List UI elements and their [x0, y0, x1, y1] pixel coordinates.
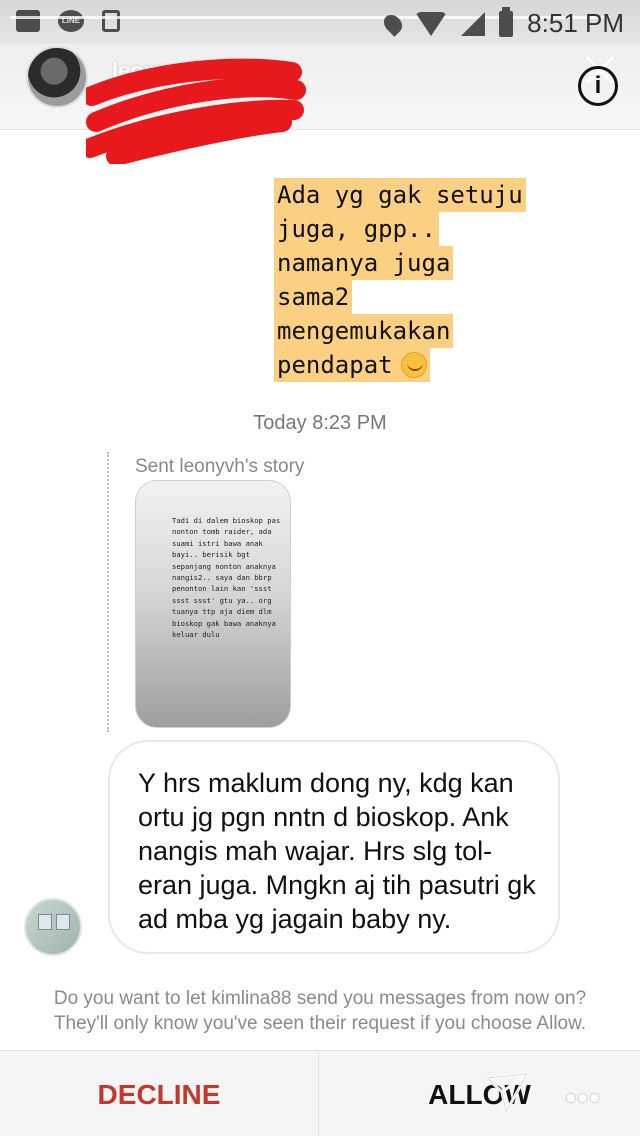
send-icon[interactable]: [484, 1070, 530, 1116]
highlighted-line-last: pendapat: [274, 348, 430, 382]
shared-story-text: Tadi di dalem bioskop pas nonton tomb ra…: [172, 516, 281, 640]
status-time: 8:51 PM: [527, 8, 624, 38]
incoming-message-text: Y hrs maklum dong ny, kdg kan ortu jg pg…: [138, 768, 536, 934]
story-owner-avatar[interactable]: [26, 46, 88, 108]
status-bar: LINE 8:51 PM: [0, 0, 640, 44]
highlighted-line: juga, gpp..: [274, 212, 439, 246]
request-action-bar: DECLINE ALLOW: [0, 1050, 640, 1136]
line-app-icon: LINE: [58, 10, 84, 32]
highlighted-line: namanya juga: [274, 246, 454, 280]
highlighted-line: sama2: [274, 280, 353, 314]
wifi-icon: [415, 11, 448, 36]
request-prompt-line1: Do you want to let kimlina88 send you me…: [53, 988, 587, 1009]
battery-icon: [499, 6, 514, 37]
message-request-prompt: Do you want to let kimlina88 send you me…: [0, 986, 640, 1036]
decline-button[interactable]: DECLINE: [0, 1051, 319, 1136]
shared-story-thumbnail[interactable]: Tadi di dalem bioskop pas nonton tomb ra…: [135, 480, 291, 728]
highlighted-message: Ada yg gak setuju juga, gpp.. namanya ju…: [274, 178, 584, 382]
message-timestamp: Today 8:23 PM: [253, 412, 387, 434]
sender-avatar-photo-left: [38, 914, 52, 930]
story-header: leonyvh 15h i: [0, 44, 640, 164]
download-icon: [102, 10, 120, 32]
location-icon: [380, 10, 406, 37]
gallery-icon: [16, 10, 40, 32]
request-prompt-line2: They'll only know you've seen their requ…: [53, 1013, 587, 1034]
story-share-divider: [107, 452, 109, 732]
more-icon[interactable]: •••: [566, 1082, 601, 1114]
status-right-icons: 8:51 PM: [380, 6, 624, 39]
story-share-label: Sent leonyvh's story: [135, 456, 305, 477]
incoming-message-bubble[interactable]: Y hrs maklum dong ny, kdg kan ortu jg pg…: [108, 740, 560, 954]
red-scribble-redaction: [86, 58, 306, 164]
highlighted-line-text: pendapat: [277, 351, 393, 379]
sender-avatar-photo-right: [56, 914, 70, 930]
sender-avatar[interactable]: [24, 898, 82, 956]
info-icon[interactable]: i: [578, 66, 618, 106]
highlighted-line: Ada yg gak setuju: [274, 178, 526, 212]
highlighted-line: mengemukakan: [274, 314, 454, 348]
signal-icon: [461, 11, 486, 36]
status-left-icons: LINE: [16, 10, 120, 32]
smile-emoji-icon: [400, 352, 427, 378]
